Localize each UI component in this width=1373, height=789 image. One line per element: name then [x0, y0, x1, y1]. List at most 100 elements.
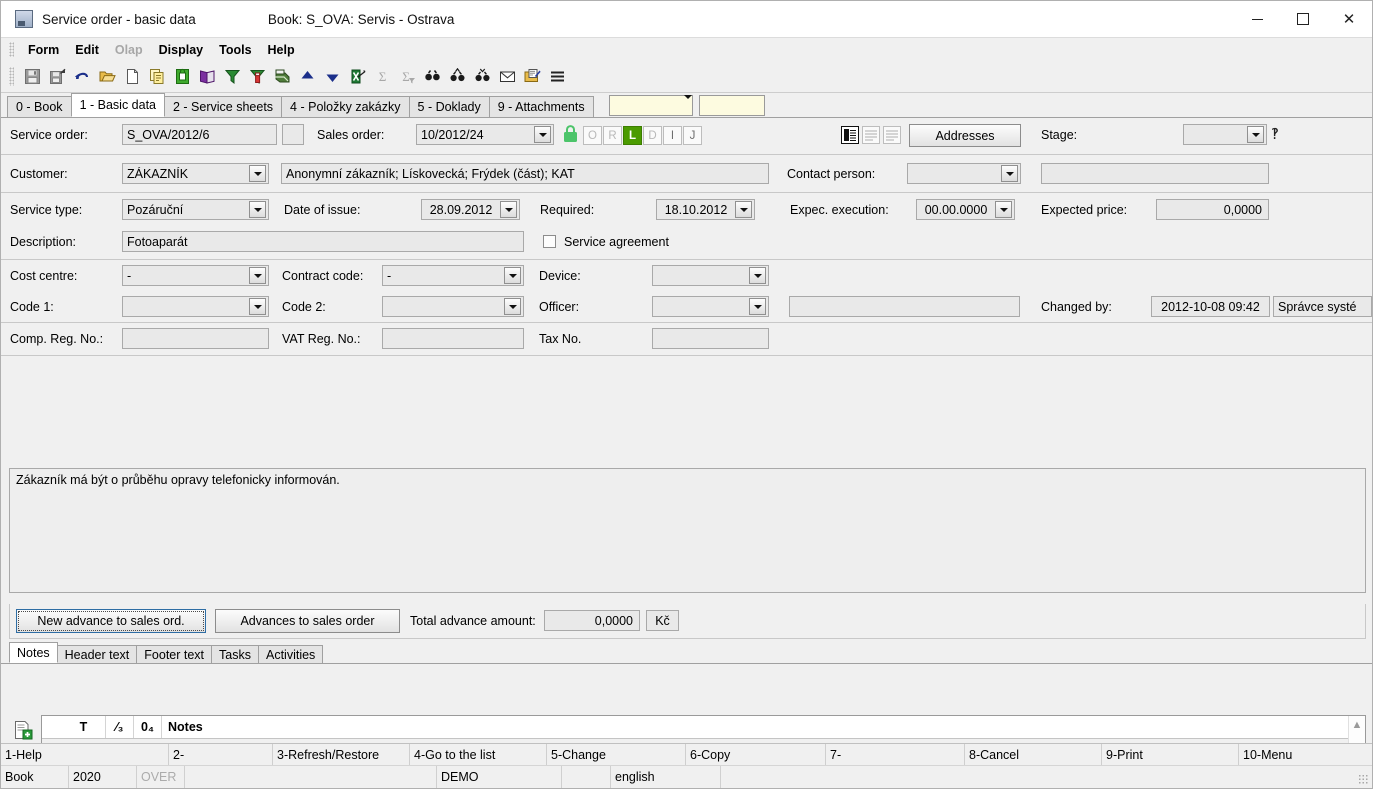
print-icon[interactable]: [270, 65, 294, 89]
edit-document-icon[interactable]: [520, 65, 544, 89]
status-flag-d[interactable]: D: [643, 126, 662, 145]
grid-col-t[interactable]: T: [62, 716, 106, 738]
fkey-2[interactable]: 2-: [169, 744, 273, 765]
stage-combo[interactable]: [1183, 124, 1267, 145]
code2-combo[interactable]: [382, 296, 524, 317]
close-button[interactable]: ✕: [1326, 1, 1372, 37]
undo-icon[interactable]: [70, 65, 94, 89]
menu-item-help[interactable]: Help: [260, 41, 303, 59]
menu-item-edit[interactable]: Edit: [67, 41, 107, 59]
officer-detail-field[interactable]: [789, 296, 1020, 317]
menu-item-display[interactable]: Display: [151, 41, 211, 59]
move-down-icon[interactable]: [320, 65, 344, 89]
menu-item-form[interactable]: Form: [20, 41, 67, 59]
contact-person-combo[interactable]: [907, 163, 1021, 184]
tab-attachments[interactable]: 9 - Attachments: [488, 96, 594, 117]
tab-service-sheets[interactable]: 2 - Service sheets: [164, 96, 283, 117]
add-note-icon[interactable]: [13, 720, 33, 743]
tabstrip-text-field[interactable]: [698, 95, 765, 116]
chevron-down-icon[interactable]: [534, 126, 551, 143]
chevron-down-icon[interactable]: [749, 298, 766, 315]
chevron-down-icon[interactable]: [995, 201, 1012, 218]
service-agreement-checkbox[interactable]: [543, 235, 556, 248]
layout-list-icon[interactable]: [862, 126, 880, 147]
status-flag-r[interactable]: R: [603, 126, 622, 145]
grid-col-zero[interactable]: 0₄: [134, 716, 162, 738]
find-icon[interactable]: [420, 65, 444, 89]
filter-icon[interactable]: [220, 65, 244, 89]
fkey-3-refresh-restore[interactable]: 3-Refresh/Restore: [273, 744, 410, 765]
copy-icon[interactable]: [145, 65, 169, 89]
lower-tab-footer-text[interactable]: Footer text: [136, 645, 213, 663]
open-folder-icon[interactable]: [95, 65, 119, 89]
minimize-button[interactable]: [1234, 1, 1280, 37]
fkey-1-help[interactable]: 1-Help: [1, 744, 169, 765]
menu-icon[interactable]: [545, 65, 569, 89]
lower-tab-header-text[interactable]: Header text: [56, 645, 138, 663]
fkey-6-copy[interactable]: 6-Copy: [686, 744, 826, 765]
chevron-down-icon[interactable]: [749, 267, 766, 284]
book-icon[interactable]: [195, 65, 219, 89]
maximize-button[interactable]: [1280, 1, 1326, 37]
description-input[interactable]: Fotoaparát: [122, 231, 524, 252]
date-of-issue-combo[interactable]: 28.09.2012: [421, 199, 520, 220]
history-icon[interactable]: ‽: [1271, 125, 1279, 143]
chevron-down-icon[interactable]: [500, 201, 517, 218]
required-combo[interactable]: 18.10.2012: [656, 199, 755, 220]
menu-item-tools[interactable]: Tools: [211, 41, 259, 59]
cost-centre-combo[interactable]: -: [122, 265, 269, 286]
vat-reg-no-input[interactable]: [382, 328, 524, 349]
fkey-4-go-to-the-list[interactable]: 4-Go to the list: [410, 744, 547, 765]
grid-col-order[interactable]: ⁄₃: [106, 716, 134, 738]
fkey-7[interactable]: 7-: [826, 744, 965, 765]
contact-person-detail-field[interactable]: [1041, 163, 1269, 184]
service-order-input[interactable]: S_OVA/2012/6: [122, 124, 277, 145]
layout-form-icon[interactable]: [883, 126, 901, 147]
find-next-icon[interactable]: [445, 65, 469, 89]
status-flag-l[interactable]: L: [623, 126, 642, 145]
filter-clear-icon[interactable]: [245, 65, 269, 89]
menu-drag-handle[interactable]: [9, 42, 14, 57]
memo-textarea[interactable]: Zákazník má být o průběhu opravy telefon…: [9, 468, 1366, 593]
expec-execution-combo[interactable]: 00.00.0000: [916, 199, 1015, 220]
customer-detail-field[interactable]: Anonymní zákazník; Lískovecká; Frýdek (č…: [281, 163, 769, 184]
status-flag-o[interactable]: O: [583, 126, 602, 145]
status-flag-i[interactable]: I: [663, 126, 682, 145]
lower-tab-notes[interactable]: Notes: [9, 642, 58, 663]
advances-to-sales-order-button[interactable]: Advances to sales order: [215, 609, 400, 633]
fkey-9-print[interactable]: 9-Print: [1102, 744, 1239, 765]
chevron-down-icon[interactable]: [504, 298, 521, 315]
tax-no-input[interactable]: [652, 328, 769, 349]
chevron-down-icon[interactable]: [249, 165, 266, 182]
mail-icon[interactable]: [495, 65, 519, 89]
save-icon[interactable]: [20, 65, 44, 89]
tab-doklady[interactable]: 5 - Doklady: [408, 96, 490, 117]
tab-basic-data[interactable]: 1 - Basic data: [70, 93, 165, 117]
chevron-down-icon[interactable]: [1001, 165, 1018, 182]
fkey-5-change[interactable]: 5-Change: [547, 744, 686, 765]
layout-detail-icon[interactable]: [841, 126, 859, 147]
chevron-down-icon[interactable]: [249, 267, 266, 284]
lower-tab-activities[interactable]: Activities: [257, 645, 324, 663]
tab-polozky-zakazky[interactable]: 4 - Položky zakázky: [281, 96, 410, 117]
service-type-combo[interactable]: Pozáruční: [122, 199, 269, 220]
fkey-10-menu[interactable]: 10-Menu: [1239, 744, 1372, 765]
device-combo[interactable]: [652, 265, 769, 286]
code1-combo[interactable]: [122, 296, 269, 317]
comp-reg-no-input[interactable]: [122, 328, 269, 349]
tabstrip-combo[interactable]: [608, 94, 693, 116]
toolbar-drag-handle[interactable]: [9, 67, 14, 86]
grid-col-notes[interactable]: Notes: [162, 716, 1342, 738]
save-as-icon[interactable]: [45, 65, 69, 89]
chevron-down-icon[interactable]: [683, 94, 692, 113]
expected-price-input[interactable]: 0,0000: [1156, 199, 1269, 220]
new-advance-button[interactable]: New advance to sales ord.: [16, 609, 206, 633]
chevron-down-icon[interactable]: [735, 201, 752, 218]
status-flag-j[interactable]: J: [683, 126, 702, 145]
grid-scrollbar[interactable]: ▲ ▼: [1348, 716, 1365, 743]
tab-book[interactable]: 0 - Book: [7, 96, 72, 117]
move-up-icon[interactable]: [295, 65, 319, 89]
fkey-8-cancel[interactable]: 8-Cancel: [965, 744, 1102, 765]
lock-icon[interactable]: [170, 65, 194, 89]
scroll-up-icon[interactable]: ▲: [1349, 716, 1365, 733]
